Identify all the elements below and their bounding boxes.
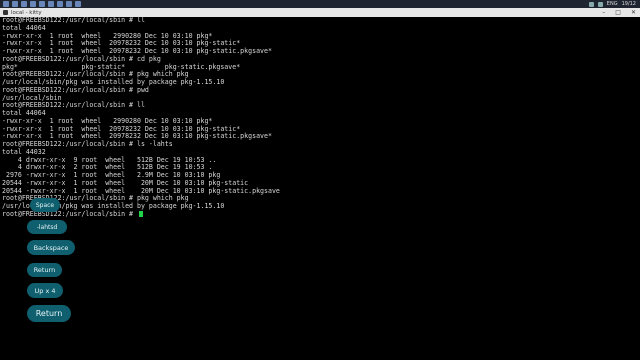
explorer-icon[interactable] <box>30 1 36 7</box>
search-icon[interactable] <box>12 1 18 7</box>
volume-icon[interactable] <box>597 1 603 7</box>
terminal-line: root@FREEBSD122:/usr/local/sbin # ll <box>2 101 145 110</box>
app-icon[interactable] <box>66 1 72 7</box>
terminal-prompt: root@FREEBSD122:/usr/local/sbin # <box>2 209 137 218</box>
close-button[interactable]: ✕ <box>631 9 636 16</box>
key-return-large: Return <box>27 305 71 322</box>
terminal-app-icon <box>3 10 8 15</box>
key-lahtsd: -lahtsd <box>27 220 67 234</box>
clock[interactable]: 19/12 <box>622 1 636 7</box>
terminal-line: root@FREEBSD122:/usr/local/sbin # ll <box>2 16 145 24</box>
key-return: Return <box>27 263 62 277</box>
browser-icon[interactable] <box>39 1 45 7</box>
taskview-icon[interactable] <box>21 1 27 7</box>
window-title: local - kitty <box>11 9 42 16</box>
app-icon[interactable] <box>57 1 63 7</box>
terminal-prompt-line[interactable]: root@FREEBSD122:/usr/local/sbin # <box>2 209 638 219</box>
minimize-button[interactable]: – <box>602 9 605 16</box>
key-space: Space <box>30 198 60 212</box>
os-taskbar: ENG 19/12 <box>0 0 640 8</box>
terminal-line: root@FREEBSD122:/usr/local/sbin # ls -la… <box>2 140 173 148</box>
language-indicator[interactable]: ENG <box>607 1 618 7</box>
app-icon[interactable] <box>75 1 81 7</box>
network-icon[interactable] <box>588 1 594 7</box>
terminal-output[interactable]: root@FREEBSD122:/usr/local/sbin # ll tot… <box>2 16 638 227</box>
window-controls: – □ ✕ <box>602 8 636 17</box>
terminal-line: root@FREEBSD122:/usr/local/sbin # pwd <box>2 85 149 94</box>
maximize-button[interactable]: □ <box>615 9 621 16</box>
key-backspace: Backspace <box>27 240 75 255</box>
key-up-x4: Up x 4 <box>27 283 63 298</box>
system-tray: ENG 19/12 <box>588 0 636 8</box>
terminal-cursor <box>138 210 143 217</box>
start-icon[interactable] <box>3 1 9 7</box>
taskbar-app-icons <box>0 0 81 8</box>
terminal-icon[interactable] <box>48 1 54 7</box>
